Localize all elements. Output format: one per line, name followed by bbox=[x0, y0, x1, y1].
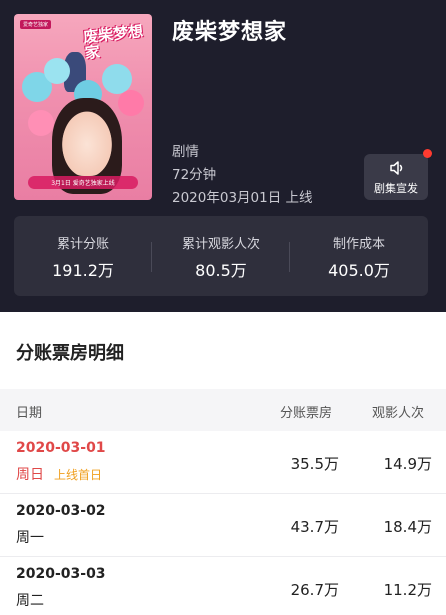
row-weekday: 周日 bbox=[16, 467, 44, 483]
row-revenue: 26.7万 bbox=[290, 581, 339, 599]
movie-genre: 剧情 bbox=[172, 144, 199, 160]
table-header: 日期 分账票房 观影人次 bbox=[0, 389, 446, 431]
first-day-badge: 上线首日 bbox=[54, 468, 103, 482]
movie-poster[interactable]: 爱奇艺独家 废柴梦想家 3月1日 爱奇艺独家上线 bbox=[14, 14, 152, 200]
row-date: 2020-03-03 bbox=[16, 566, 106, 582]
poster-title: 废柴梦想家 bbox=[82, 22, 144, 63]
section-title: 分账票房明细 bbox=[16, 343, 124, 364]
stat-value: 405.0万 bbox=[328, 261, 390, 280]
row-audience: 18.4万 bbox=[383, 518, 432, 536]
stat-label: 累计观影人次 bbox=[181, 237, 260, 252]
poster-figure-face bbox=[58, 106, 116, 176]
row-audience: 11.2万 bbox=[383, 581, 432, 599]
poster-balloon bbox=[118, 90, 144, 116]
row-revenue: 35.5万 bbox=[290, 455, 339, 473]
row-weekday: 周一 bbox=[16, 530, 44, 546]
stat-label: 制作成本 bbox=[332, 237, 385, 252]
column-header-audience[interactable]: 观影人次 bbox=[372, 402, 424, 421]
table-row[interactable]: 2020-03-03 周二 26.7万 11.2万 bbox=[0, 557, 446, 615]
table-row[interactable]: 2020-03-01 周日 上线首日 35.5万 14.9万 bbox=[0, 431, 446, 494]
volume-icon bbox=[390, 161, 403, 175]
row-weekday: 周二 bbox=[16, 593, 44, 609]
poster-tag: 爱奇艺独家 bbox=[20, 20, 52, 29]
stat-total-revenue: 累计分账 191.2万 bbox=[14, 216, 152, 296]
poster-balloon bbox=[44, 58, 70, 84]
poster-release-text: 3月1日 爱奇艺独家上线 bbox=[28, 176, 138, 189]
stat-value: 191.2万 bbox=[52, 261, 114, 280]
row-revenue: 43.7万 bbox=[290, 518, 339, 536]
row-date: 2020-03-01 bbox=[16, 440, 106, 456]
column-header-revenue[interactable]: 分账票房 bbox=[280, 402, 332, 421]
movie-title: 废柴梦想家 bbox=[172, 20, 288, 45]
stat-value: 80.5万 bbox=[195, 261, 247, 280]
stat-total-audience: 累计观影人次 80.5万 bbox=[152, 216, 290, 296]
poster-balloon bbox=[28, 110, 54, 136]
row-audience: 14.9万 bbox=[383, 455, 432, 473]
movie-header: 爱奇艺独家 废柴梦想家 3月1日 爱奇艺独家上线 废柴梦想家 剧情 72分钟 2… bbox=[0, 0, 446, 312]
stat-production-cost: 制作成本 405.0万 bbox=[290, 216, 428, 296]
stat-label: 累计分账 bbox=[56, 237, 109, 252]
promo-button[interactable]: 剧集宣发 bbox=[364, 154, 428, 200]
movie-duration: 72分钟 bbox=[172, 167, 217, 183]
movie-release-date: 2020年03月01日 上线 bbox=[172, 190, 313, 206]
promo-button-label: 剧集宣发 bbox=[374, 182, 418, 195]
table-row[interactable]: 2020-03-02 周一 43.7万 18.4万 bbox=[0, 494, 446, 557]
stats-panel: 累计分账 191.2万 累计观影人次 80.5万 制作成本 405.0万 bbox=[14, 216, 428, 296]
column-header-date: 日期 bbox=[16, 406, 43, 421]
row-date: 2020-03-02 bbox=[16, 503, 106, 519]
notification-dot bbox=[423, 149, 432, 158]
